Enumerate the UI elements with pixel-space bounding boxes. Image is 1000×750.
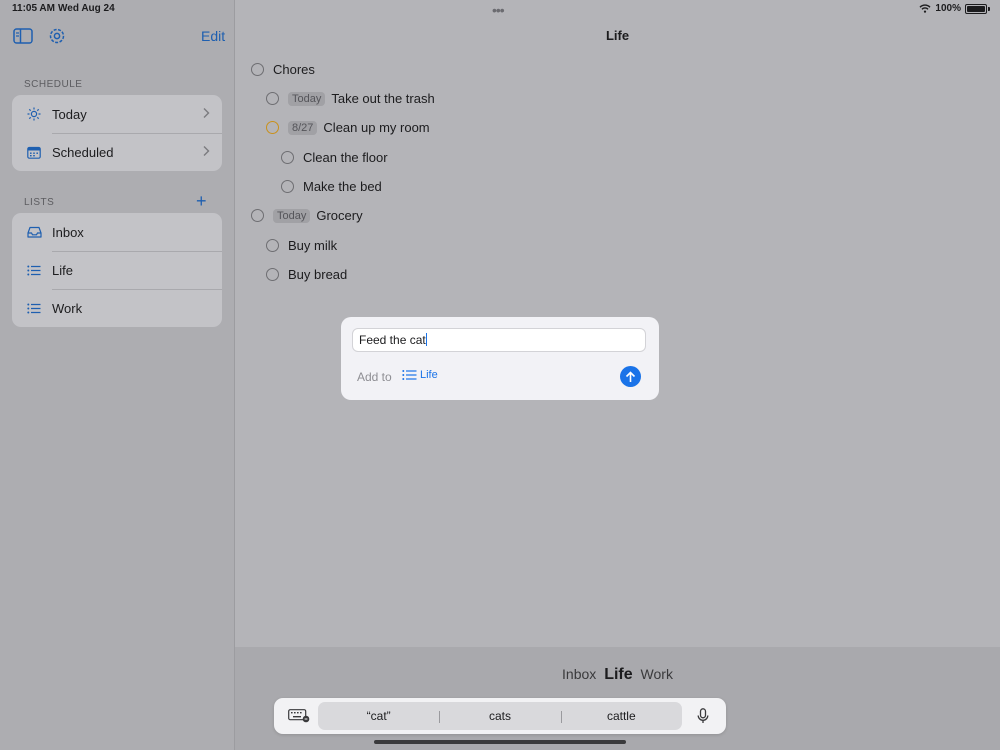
sidebar-toggle-icon[interactable] <box>13 28 33 49</box>
gear-icon[interactable] <box>48 27 66 50</box>
list-icon <box>25 265 43 276</box>
checkbox-circle-icon[interactable] <box>266 121 279 134</box>
page-title: Life <box>605 28 630 43</box>
suggestion-strip: “cat” cats cattle <box>318 702 682 730</box>
status-right: 100% <box>919 3 990 14</box>
list-switcher-life[interactable]: Life <box>604 666 632 683</box>
sidebar-item-label: Life <box>52 262 73 278</box>
sidebar-item-label: Today <box>52 106 87 122</box>
checkbox-circle-icon[interactable] <box>266 268 279 281</box>
arrow-up-icon <box>625 370 636 382</box>
due-date-chip: Today <box>288 91 326 106</box>
submit-button[interactable] <box>620 366 641 387</box>
task-item[interactable]: Clean the floor <box>281 150 388 165</box>
sidebar-item-label: Scheduled <box>52 144 114 160</box>
list-switcher: Inbox Life Work <box>235 666 1000 684</box>
sidebar-item-label: Inbox <box>52 224 84 240</box>
sun-icon <box>25 107 43 121</box>
target-list-button[interactable]: Life <box>402 369 438 381</box>
task-label: Chores <box>273 62 315 77</box>
list-icon <box>402 370 417 380</box>
list-icon <box>25 303 43 314</box>
sidebar-item-life[interactable]: Life <box>12 251 222 289</box>
suggestion-item[interactable]: cats <box>439 709 560 723</box>
multitasking-dots-icon[interactable]: ••• <box>492 2 505 18</box>
task-label: Buy bread <box>288 267 348 282</box>
sidebar-item-label: Work <box>52 300 83 316</box>
task-item[interactable]: Buy milk <box>266 238 337 253</box>
target-list-label: Life <box>420 369 438 381</box>
checkbox-circle-icon[interactable] <box>281 151 294 164</box>
text-caret <box>425 333 427 346</box>
battery-icon <box>965 3 987 14</box>
task-label: Clean the floor <box>303 150 388 165</box>
status-date: Wed Aug 24 <box>58 3 115 14</box>
due-date-chip: 8/27 <box>288 120 318 135</box>
sidebar-item-scheduled[interactable]: Scheduled <box>12 133 222 171</box>
suggestion-item[interactable]: “cat” <box>318 709 439 723</box>
chevron-right-icon <box>202 145 210 160</box>
keyboard-icon[interactable] <box>288 709 310 728</box>
keyboard-suggestion-bar: “cat” cats cattle <box>274 698 726 734</box>
task-item[interactable]: Today Grocery <box>251 208 363 223</box>
list-switcher-inbox[interactable]: Inbox <box>562 666 596 682</box>
schedule-section-label: SCHEDULE <box>24 79 83 90</box>
lists-section-label: LISTS <box>24 197 55 208</box>
home-indicator[interactable] <box>374 740 626 744</box>
due-date-chip: Today <box>273 208 311 223</box>
checkbox-circle-icon[interactable] <box>266 92 279 105</box>
sidebar-item-work[interactable]: Work <box>12 289 222 327</box>
checkbox-circle-icon[interactable] <box>266 239 279 252</box>
schedule-group: Today Scheduled <box>12 95 222 171</box>
calendar-icon <box>25 146 43 159</box>
wifi-icon <box>919 4 931 13</box>
checkbox-circle-icon[interactable] <box>281 180 294 193</box>
suggestion-item[interactable]: cattle <box>560 709 682 723</box>
task-title-input[interactable]: Feed the cat <box>352 328 646 352</box>
task-item[interactable]: 8/27 Clean up my room <box>266 120 430 135</box>
chevron-right-icon <box>202 107 210 122</box>
sidebar-item-today[interactable]: Today <box>12 95 222 133</box>
task-item[interactable]: Chores <box>251 62 315 77</box>
task-label: Make the bed <box>303 179 382 194</box>
lists-group: Inbox Life Work <box>12 213 222 327</box>
status-time: 11:05 AM <box>12 3 55 14</box>
list-switcher-work[interactable]: Work <box>641 666 673 682</box>
edit-button[interactable]: Edit <box>201 28 225 44</box>
sidebar: 11:05 AM Wed Aug 24 Edit SCHEDULE Today … <box>0 0 235 750</box>
sidebar-item-inbox[interactable]: Inbox <box>12 213 222 251</box>
checkbox-circle-icon[interactable] <box>251 63 264 76</box>
task-item[interactable]: Today Take out the trash <box>266 91 435 106</box>
microphone-icon[interactable] <box>697 708 709 729</box>
add-list-button[interactable]: + <box>196 192 207 210</box>
tray-icon <box>25 226 43 238</box>
battery-percent: 100% <box>935 3 961 14</box>
task-label: Take out the trash <box>331 91 435 106</box>
checkbox-circle-icon[interactable] <box>251 209 264 222</box>
quick-add-popup: Feed the cat Add to Life <box>341 317 659 400</box>
task-label: Grocery <box>316 208 363 223</box>
task-item[interactable]: Make the bed <box>281 179 382 194</box>
task-item[interactable]: Buy bread <box>266 267 347 282</box>
task-label: Buy milk <box>288 238 338 253</box>
add-to-label: Add to <box>357 370 392 384</box>
task-label: Clean up my room <box>323 120 430 135</box>
